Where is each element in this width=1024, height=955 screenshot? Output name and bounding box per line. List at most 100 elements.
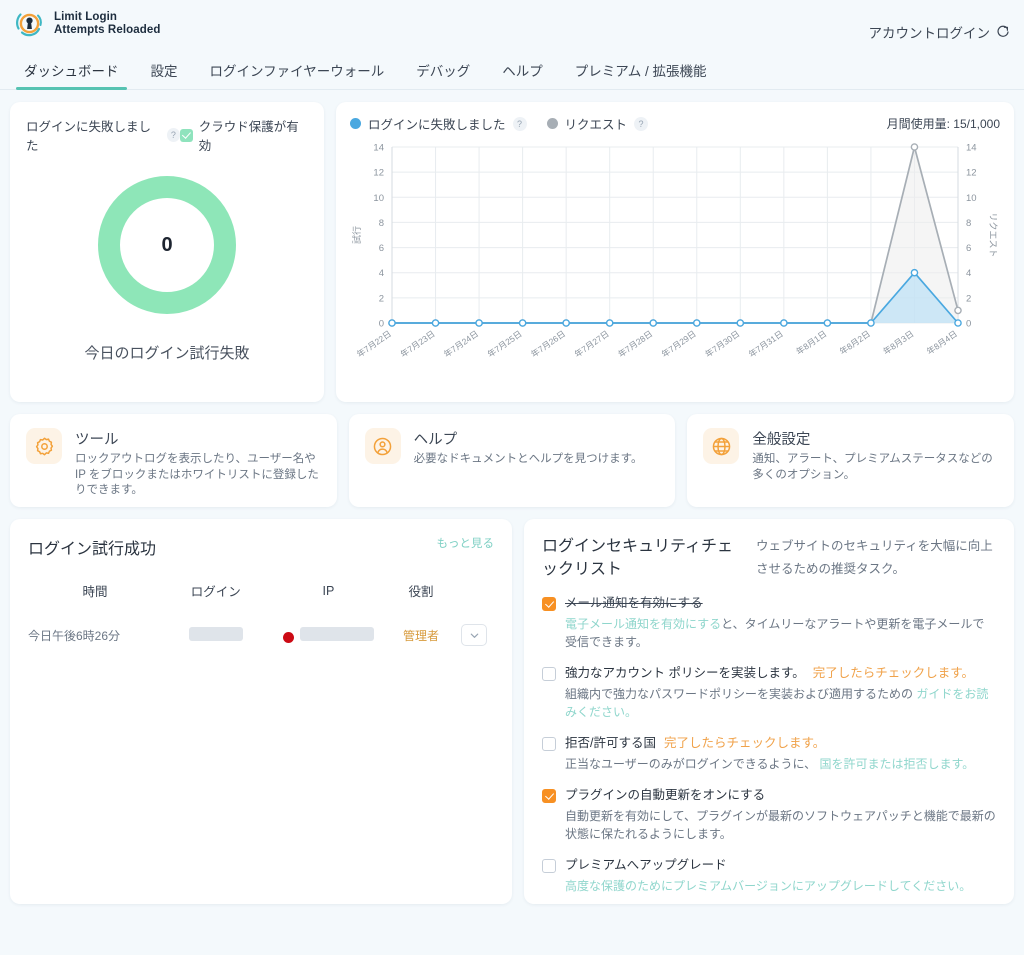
feature-card-tools-text: ツール ロックアウトログを表示したり、ユーザー名や IP をブロックまたはホワイ… <box>75 428 321 499</box>
feature-card-help-desc: 必要なドキュメントとヘルプを見つけます。 <box>413 453 643 465</box>
svg-text:2: 2 <box>379 293 384 304</box>
checklist-item-body: 強力なアカウント ポリシーを実装します。 完了したらチェックします。組織内で強力な… <box>565 665 996 721</box>
donut-wrapper: 0 今日のログイン試行失敗 <box>26 154 308 363</box>
svg-text:年8月3日: 年8月3日 <box>881 328 915 356</box>
svg-text:2: 2 <box>966 293 971 304</box>
brand-text: Limit Login Attempts Reloaded <box>54 11 161 38</box>
table-row[interactable]: 今日午後6時26分 管理者 <box>28 614 494 656</box>
checklist-item-description: 組織内で強力なパスワードポリシーを実装および適用するための ガイドをお読みくださ… <box>565 687 989 719</box>
column-header-ip: IP <box>322 583 335 598</box>
monthly-usage-label: 月間使用量: 15/1,000 <box>886 117 1000 131</box>
legend-dot-failed-logins <box>350 118 361 129</box>
tab-debug[interactable]: デバッグ <box>400 60 486 89</box>
checklist-item-label: 強力なアカウント ポリシーを実装します。 完了したらチェックします。 <box>565 666 974 680</box>
see-more-link[interactable]: もっと見る <box>437 535 495 551</box>
svg-text:12: 12 <box>966 168 977 179</box>
svg-text:年8月2日: 年8月2日 <box>838 328 872 356</box>
svg-text:年7月27日: 年7月27日 <box>573 328 611 359</box>
cell-expand <box>455 614 494 656</box>
tab-help[interactable]: ヘルプ <box>486 60 559 89</box>
checklist-item-link[interactable]: 高度な保護のためにプレミアムバージョンにアップグレードしてください。 <box>565 879 971 893</box>
legend-dot-requests <box>546 118 558 129</box>
checklist-item-description: 自動更新を有効にして、プラグインが最新のソフトウェアパッチと機能で最新の状態に保… <box>565 809 996 841</box>
checklist-item-label: プラグインの自動更新をオンにする <box>565 788 766 802</box>
checklist-item-description: 電子メール通知を有効にすると、タイムリーなアラートや更新を電子メールで受信できま… <box>565 617 985 649</box>
question-mark-icon[interactable]: ? <box>512 116 527 131</box>
checklist-item-body: プレミアムへアップグレード高度な保護のためにプレミアムバージョンにアップグレード… <box>565 857 971 895</box>
checklist-checkbox[interactable] <box>542 597 556 611</box>
svg-text:0: 0 <box>966 319 971 330</box>
checklist-checkbox[interactable] <box>542 737 556 751</box>
chart-plot-area: 0 2 4 6 8 10 12 14 0 2 4 6 8 10 12 14 年7月22日 年7月23日 年7月24日… <box>350 139 1000 389</box>
checklist-checkbox[interactable] <box>542 859 556 873</box>
feature-cards-row: ツール ロックアウトログを表示したり、ユーザー名や IP をブロックまたはホワイ… <box>10 414 1015 507</box>
main-nav: ダッシュボード 設定 ログインファイヤーウォール デバッグ ヘルプ プレミアム … <box>0 48 1024 90</box>
red-dot-flag-icon <box>282 631 294 643</box>
feature-card-general-settings[interactable]: 全般設定 通知、アラート、プレミアムステータスなどの多くのオプション。 <box>687 414 1015 507</box>
checklist-item: 拒否/許可する国 完了したらチェックします。正当なユーザーのみがログインできるよう… <box>542 735 996 773</box>
tab-settings[interactable]: 設定 <box>135 60 194 89</box>
account-login-label: アカウントログイン <box>868 26 991 41</box>
svg-text:8: 8 <box>379 218 384 229</box>
svg-text:14: 14 <box>966 143 977 154</box>
checklist-item: プレミアムへアップグレード高度な保護のためにプレミアムバージョンにアップグレード… <box>542 857 996 895</box>
question-mark-icon[interactable]: ? <box>166 128 181 142</box>
checklist-item-link[interactable]: 国を許可または拒否します。 <box>820 757 975 771</box>
brand-line-1: Limit Login <box>54 10 118 23</box>
role-label: 管理者 <box>402 628 439 643</box>
redacted-ip-value <box>299 626 374 641</box>
chevron-down-icon[interactable] <box>461 624 488 646</box>
external-link-icon <box>996 25 1010 39</box>
column-header-role: 役割 <box>408 585 434 599</box>
svg-text:年8月1日: 年8月1日 <box>794 328 828 356</box>
cloud-protection-badge: クラウド保護が有効 <box>180 116 308 154</box>
feature-card-tools-desc: ロックアウトログを表示したり、ユーザー名や IP をブロックまたはホワイトリスト… <box>75 453 319 496</box>
svg-text:12: 12 <box>373 168 384 179</box>
cell-role: 管理者 <box>387 614 454 656</box>
feature-card-tools[interactable]: ツール ロックアウトログを表示したり、ユーザー名や IP をブロックまたはホワイ… <box>10 414 337 507</box>
chart-legend: ログインに失敗しました ? リクエスト ? <box>350 114 649 133</box>
checklist-item-body: メール通知を有効にする 電子メール通知を有効にすると、タイムリーなアラートや更新を… <box>565 595 996 651</box>
overview-row: ログインに失敗しました ? クラウド保護が有効 0 今日のログイン試行失敗 ログ… <box>10 102 1014 402</box>
tab-premium-extensions[interactable]: プレミアム / 拡張機能 <box>559 60 723 89</box>
tab-dashboard[interactable]: ダッシュボード <box>8 60 135 90</box>
feature-card-general-settings-title: 全般設定 <box>752 432 811 448</box>
svg-text:年7月30日: 年7月30日 <box>703 328 741 359</box>
column-header-time: 時間 <box>82 585 108 599</box>
svg-text:8: 8 <box>966 218 971 229</box>
svg-text:0: 0 <box>379 319 384 330</box>
legend-failed-logins[interactable]: ログインに失敗しました ? <box>350 114 527 133</box>
gear-icon <box>26 428 62 464</box>
account-login-link[interactable]: アカウントログイン <box>869 8 1011 42</box>
checklist-item-hint: 完了したらチェックします。 <box>663 736 826 750</box>
table-head: 時間 ログイン IP 役割 <box>28 581 494 614</box>
checklist-checkbox[interactable] <box>542 789 556 803</box>
checklist-header: ログインセキュリティチェックリスト ウェブサイトのセキュリティを大幅に向上させる… <box>542 535 996 581</box>
checklist-item-body: プラグインの自動更新をオンにする自動更新を有効にして、プラグインが最新のソフトウ… <box>565 787 996 843</box>
checklist-item-link[interactable]: 電子メール通知を有効にする <box>565 617 721 631</box>
cell-login <box>162 614 269 656</box>
checklist-title: ログインセキュリティチェックリスト <box>542 538 734 578</box>
dashboard-content: ログインに失敗しました ? クラウド保護が有効 0 今日のログイン試行失敗 ログ… <box>0 90 1024 904</box>
svg-text:年7月28日: 年7月28日 <box>616 328 654 359</box>
checklist-checkbox[interactable] <box>542 667 556 681</box>
chart-header: ログインに失敗しました ? リクエスト ? 月間使用量: 15/1,000 <box>350 114 1000 133</box>
checklist-item-hint: 完了したらチェックします。 <box>812 666 974 680</box>
feature-card-help-title: ヘルプ <box>413 432 458 448</box>
checklist-item-link[interactable]: ガイドをお読みください。 <box>565 687 988 719</box>
checklist-item-label: プレミアムへアップグレード <box>565 858 727 872</box>
checklist-item-label: 拒否/許可する国 完了したらチェックします。 <box>565 736 826 750</box>
feature-card-general-settings-text: 全般設定 通知、アラート、プレミアムステータスなどの多くのオプション。 <box>752 428 998 483</box>
checklist-subtitle: ウェブサイトのセキュリティを大幅に向上させるための推奨タスク。 <box>756 539 993 576</box>
checklist-item-body: 拒否/許可する国 完了したらチェックします。正当なユーザーのみがログインできるよう… <box>565 735 974 773</box>
svg-text:年7月23日: 年7月23日 <box>398 328 436 359</box>
legend-requests[interactable]: リクエスト ? <box>546 114 649 133</box>
checklist-item: メール通知を有効にする 電子メール通知を有効にすると、タイムリーなアラートや更新を… <box>542 595 996 651</box>
question-mark-icon[interactable]: ? <box>634 116 649 131</box>
checklist-item-description: 正当なユーザーのみがログインできるように、 国を許可または拒否します。 <box>565 757 975 771</box>
donut-card-title: ログインに失敗しました <box>26 120 152 153</box>
feature-card-help[interactable]: ヘルプ 必要なドキュメントとヘルプを見つけます。 <box>348 414 676 507</box>
svg-text:リクエスト: リクエスト <box>988 212 998 257</box>
tab-login-firewall[interactable]: ログインファイヤーウォール <box>194 60 401 89</box>
table-header-row: 時間 ログイン IP 役割 <box>28 581 494 614</box>
